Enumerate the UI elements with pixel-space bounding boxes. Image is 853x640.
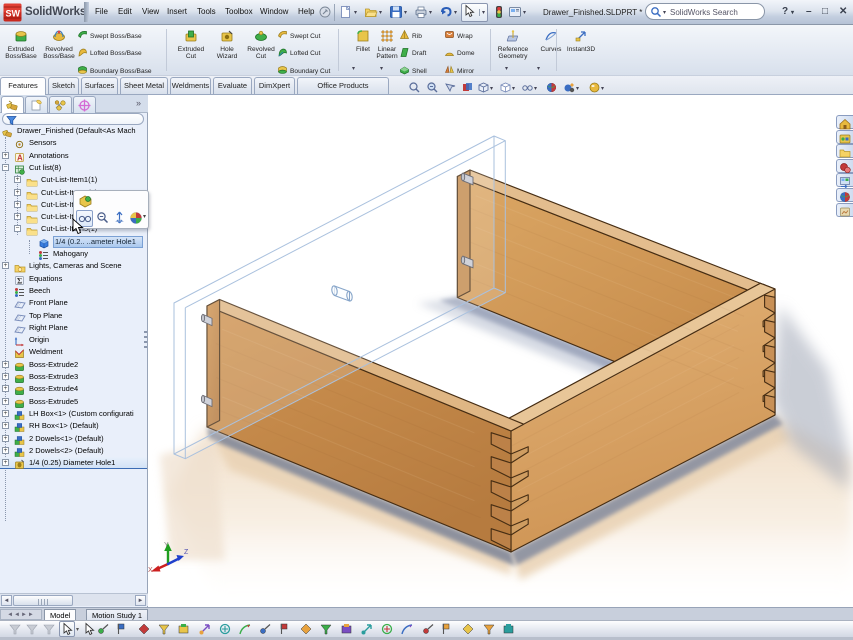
- svg-text:SW: SW: [6, 9, 21, 19]
- svg-text:A: A: [17, 153, 23, 162]
- svg-text:Σ: Σ: [17, 276, 22, 285]
